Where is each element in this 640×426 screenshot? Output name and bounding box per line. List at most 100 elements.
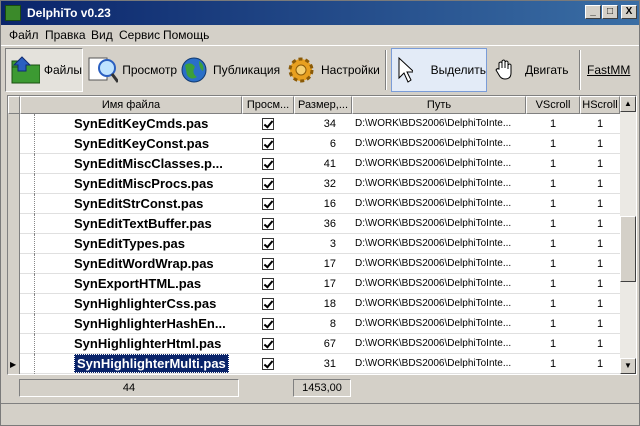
preview-cell[interactable] bbox=[242, 314, 294, 334]
preview-cell[interactable] bbox=[242, 174, 294, 194]
file-name-cell[interactable]: SynExportHTML.pas bbox=[72, 274, 242, 294]
file-name-cell[interactable]: SynEditKeyCmds.pas bbox=[72, 114, 242, 134]
row-indicator[interactable]: ▶ bbox=[8, 354, 20, 374]
row-indicator[interactable] bbox=[8, 134, 20, 154]
preview-checkbox[interactable] bbox=[262, 118, 274, 131]
close-button[interactable]: X bbox=[621, 5, 637, 19]
file-name-cell[interactable]: SynHighlighterHashEn... bbox=[72, 314, 242, 334]
preview-cell[interactable] bbox=[242, 254, 294, 274]
preview-checkbox[interactable] bbox=[262, 198, 274, 211]
menu-help[interactable]: Помощь bbox=[163, 28, 209, 42]
vscroll-cell: 1 bbox=[549, 198, 557, 210]
header-hscroll[interactable]: HScroll bbox=[580, 96, 620, 114]
settings-label: Настройки bbox=[321, 63, 380, 77]
maximize-button[interactable]: □ bbox=[602, 5, 618, 19]
preview-cell[interactable] bbox=[242, 114, 294, 134]
title-bar[interactable]: DelphiTo v0.23 _ □ X bbox=[1, 1, 639, 25]
table-row[interactable]: SynEditMiscProcs.pas 32 D:\WORK\BDS2006\De… bbox=[8, 174, 620, 194]
row-indicator[interactable] bbox=[8, 334, 20, 354]
preview-cell[interactable] bbox=[242, 194, 294, 214]
grid-header: Имя файла Просм... Размер,... Путь VScro… bbox=[8, 96, 620, 114]
publish-button[interactable]: Публикация bbox=[179, 48, 281, 92]
preview-cell[interactable] bbox=[242, 214, 294, 234]
table-row[interactable]: SynExportHTML.pas 17 D:\WORK\BDS2006\Delph… bbox=[8, 274, 620, 294]
preview-checkbox[interactable] bbox=[262, 318, 274, 331]
header-vscroll[interactable]: VScroll bbox=[526, 96, 580, 114]
scroll-thumb[interactable] bbox=[620, 216, 636, 282]
preview-cell[interactable] bbox=[242, 274, 294, 294]
preview-checkbox[interactable] bbox=[262, 258, 274, 271]
preview-checkbox[interactable] bbox=[262, 278, 274, 291]
settings-button[interactable]: Настройки bbox=[285, 48, 381, 92]
row-indicator[interactable] bbox=[8, 154, 20, 174]
preview-checkbox[interactable] bbox=[262, 358, 274, 371]
menu-service[interactable]: Сервис bbox=[119, 28, 160, 42]
menu-edit[interactable]: Правка bbox=[45, 28, 86, 42]
table-row[interactable]: SynEditTypes.pas 3 D:\WORK\BDS2006\DelphiT… bbox=[8, 234, 620, 254]
table-row[interactable]: SynEditKeyConst.pas 6 D:\WORK\BDS2006\Delp… bbox=[8, 134, 620, 154]
table-row[interactable]: SynEditStrConst.pas 16 D:\WORK\BDS2006\Del… bbox=[8, 194, 620, 214]
row-indicator[interactable] bbox=[8, 314, 20, 334]
table-row[interactable]: SynHighlighterHtml.pas 67 D:\WORK\BDS2006\… bbox=[8, 334, 620, 354]
header-size[interactable]: Размер,... bbox=[294, 96, 352, 114]
file-name-cell[interactable]: SynHighlighterHtml.pas bbox=[72, 334, 242, 354]
file-name-cell[interactable]: SynHighlighterMulti.pas bbox=[72, 354, 242, 374]
header-preview[interactable]: Просм... bbox=[242, 96, 294, 114]
move-button[interactable]: Двигать bbox=[493, 48, 575, 92]
row-indicator[interactable] bbox=[8, 214, 20, 234]
row-indicator[interactable] bbox=[8, 234, 20, 254]
select-button[interactable]: Выделить bbox=[391, 48, 487, 92]
preview-checkbox[interactable] bbox=[262, 138, 274, 151]
table-row[interactable]: SynEditWordWrap.pas 17 D:\WORK\BDS2006\Del… bbox=[8, 254, 620, 274]
table-row[interactable]: SynEditKeyCmds.pas 34 D:\WORK\BDS2006\Delp… bbox=[8, 114, 620, 134]
minimize-button[interactable]: _ bbox=[585, 5, 601, 19]
preview-checkbox[interactable] bbox=[262, 338, 274, 351]
row-indicator[interactable] bbox=[8, 254, 20, 274]
fastmm-button[interactable]: FastMM bbox=[587, 48, 633, 92]
file-name-cell[interactable]: SynEditStrConst.pas bbox=[72, 194, 242, 214]
row-indicator[interactable] bbox=[8, 194, 20, 214]
table-row[interactable]: SynHighlighterCss.pas 18 D:\WORK\BDS2006\D… bbox=[8, 294, 620, 314]
menu-file[interactable]: Файл bbox=[9, 28, 39, 42]
toolbar-separator bbox=[385, 50, 387, 90]
file-name-cell[interactable]: SynEditMiscClasses.p... bbox=[72, 154, 242, 174]
preview-checkbox[interactable] bbox=[262, 158, 274, 171]
file-name-cell[interactable]: SynEditKeyConst.pas bbox=[72, 134, 242, 154]
file-name: SynEditKeyCmds.pas bbox=[74, 116, 209, 131]
file-name-cell[interactable]: SynEditMiscProcs.pas bbox=[72, 174, 242, 194]
preview-checkbox[interactable] bbox=[262, 298, 274, 311]
files-button[interactable]: Файлы bbox=[5, 48, 83, 92]
preview-cell[interactable] bbox=[242, 334, 294, 354]
path-cell: D:\WORK\BDS2006\DelphiToInte... bbox=[355, 138, 512, 149]
table-row[interactable]: ▶ SynHighlighterMulti.pas 31 D:\WORK\BDS200… bbox=[8, 354, 620, 374]
preview-button[interactable]: Просмотр bbox=[87, 48, 177, 92]
preview-cell[interactable] bbox=[242, 354, 294, 374]
file-name-cell[interactable]: SynEditTypes.pas bbox=[72, 234, 242, 254]
header-name[interactable]: Имя файла bbox=[20, 96, 242, 114]
file-name-cell[interactable]: SynEditTextBuffer.pas bbox=[72, 214, 242, 234]
file-name-cell[interactable]: SynHighlighterCss.pas bbox=[72, 294, 242, 314]
preview-cell[interactable] bbox=[242, 154, 294, 174]
row-indicator[interactable] bbox=[8, 174, 20, 194]
preview-cell[interactable] bbox=[242, 294, 294, 314]
table-row[interactable]: SynEditMiscClasses.p... 41 D:\WORK\BDS2006… bbox=[8, 154, 620, 174]
row-indicator[interactable] bbox=[8, 294, 20, 314]
row-indicator[interactable] bbox=[8, 274, 20, 294]
scroll-down-button[interactable]: ▼ bbox=[620, 358, 636, 374]
size-cell: 31 bbox=[323, 358, 336, 370]
preview-checkbox[interactable] bbox=[262, 178, 274, 191]
preview-checkbox[interactable] bbox=[262, 218, 274, 231]
table-row[interactable]: SynEditTextBuffer.pas 36 D:\WORK\BDS2006\D… bbox=[8, 214, 620, 234]
menu-view[interactable]: Вид bbox=[91, 28, 113, 42]
vertical-scrollbar[interactable]: ▲ ▼ bbox=[620, 96, 636, 374]
file-name-cell[interactable]: SynEditWordWrap.pas bbox=[72, 254, 242, 274]
row-indicator[interactable] bbox=[8, 114, 20, 134]
file-grid[interactable]: Имя файла Просм... Размер,... Путь VScro… bbox=[7, 95, 637, 375]
preview-checkbox[interactable] bbox=[262, 238, 274, 251]
table-row[interactable]: SynHighlighterHashEn... 8 D:\WORK\BDS2006\… bbox=[8, 314, 620, 334]
scroll-up-button[interactable]: ▲ bbox=[620, 96, 636, 112]
file-name: SynEditMiscProcs.pas bbox=[74, 176, 214, 191]
preview-cell[interactable] bbox=[242, 134, 294, 154]
header-path[interactable]: Путь bbox=[352, 96, 526, 114]
preview-cell[interactable] bbox=[242, 234, 294, 254]
